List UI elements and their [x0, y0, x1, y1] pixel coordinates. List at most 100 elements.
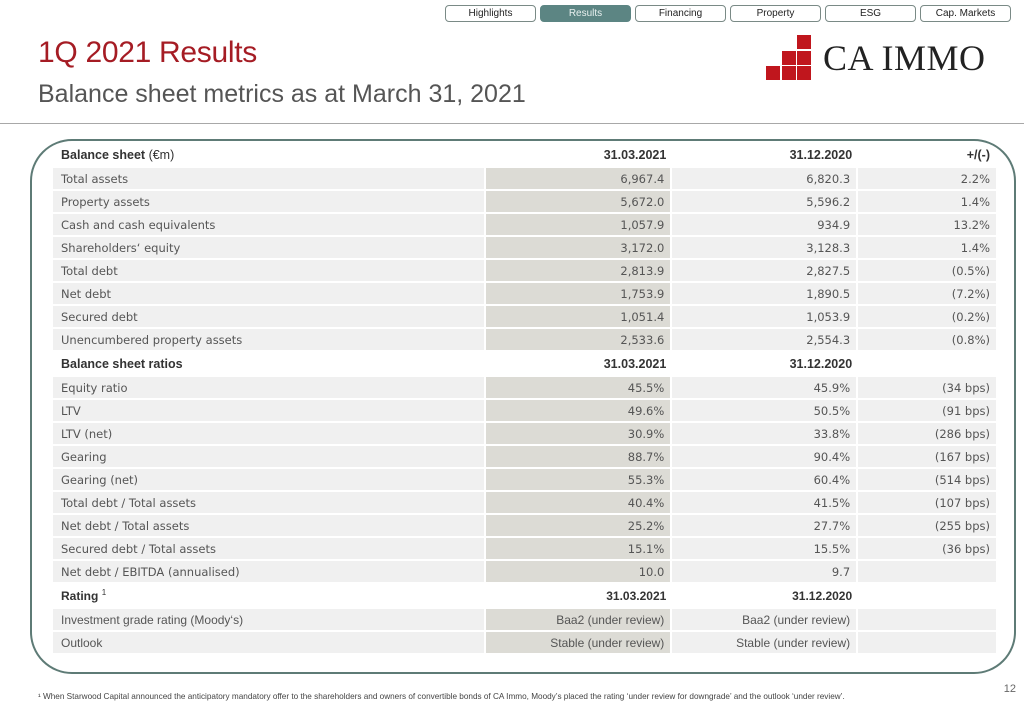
- value-prior: 1,890.5: [672, 283, 859, 304]
- value-prior: 60.4%: [672, 469, 859, 490]
- value-prior: 2,554.3: [672, 329, 859, 350]
- value-prior: 50.5%: [672, 400, 859, 421]
- tab-highlights[interactable]: Highlights: [445, 5, 536, 22]
- table-row: Gearing (net) 55.3% 60.4% (514 bps): [53, 469, 996, 490]
- table-row: Equity ratio 45.5% 45.9% (34 bps): [53, 377, 996, 398]
- footnote-marker: 1: [101, 588, 107, 597]
- value-prior: 9.7: [672, 561, 859, 582]
- value-current: 1,057.9: [486, 214, 673, 235]
- value-current: Baa2 (under review): [486, 609, 673, 630]
- column-header-prior: 31.12.2020: [792, 588, 853, 603]
- value-current: 40.4%: [486, 492, 673, 513]
- table-row: Secured debt 1,051.4 1,053.9 (0.2%): [53, 306, 996, 327]
- tab-cap-markets[interactable]: Cap. Markets: [920, 5, 1011, 22]
- table-row: Shareholders‘ equity 3,172.0 3,128.3 1.4%: [53, 237, 996, 258]
- tab-esg[interactable]: ESG: [825, 5, 916, 22]
- value-change: 2.2%: [858, 168, 996, 189]
- table-row: LTV 49.6% 50.5% (91 bps): [53, 400, 996, 421]
- value-change: (34 bps): [858, 377, 996, 398]
- value-change: (91 bps): [858, 400, 996, 421]
- top-navigation: Highlights Results Financing Property ES…: [445, 5, 1011, 22]
- row-label: Investment grade rating (Moody‘s): [53, 609, 487, 630]
- row-label: Secured debt: [53, 306, 487, 327]
- table-row: Net debt 1,753.9 1,890.5 (7.2%): [53, 283, 996, 304]
- footnote: ¹ When Starwood Capital announced the an…: [38, 692, 845, 701]
- value-change: (7.2%): [858, 283, 996, 304]
- value-prior: 41.5%: [672, 492, 859, 513]
- value-change: (286 bps): [858, 423, 996, 444]
- section-title: Rating: [61, 589, 99, 603]
- logo-text: CA IMMO: [823, 37, 986, 78]
- column-header-current: 31.03.2021: [603, 147, 667, 162]
- row-label: Outlook: [53, 632, 487, 653]
- page-number: 12: [1003, 683, 1016, 695]
- value-change: 13.2%: [858, 214, 996, 235]
- unit-label: (€m): [148, 147, 175, 162]
- value-change: (107 bps): [858, 492, 996, 513]
- value-prior: 45.9%: [672, 377, 859, 398]
- value-prior: Baa2 (under review): [672, 609, 859, 630]
- value-current: 1,051.4: [486, 306, 673, 327]
- section-title: Balance sheet ratios: [61, 356, 183, 371]
- value-current: 2,533.6: [486, 329, 673, 350]
- section-title: Balance sheet: [61, 147, 146, 162]
- column-header-prior: 31.12.2020: [789, 356, 853, 371]
- tab-financing[interactable]: Financing: [635, 5, 726, 22]
- row-label: Total debt: [53, 260, 487, 281]
- value-prior: 15.5%: [672, 538, 859, 559]
- row-label: Shareholders‘ equity: [53, 237, 487, 258]
- value-change: (255 bps): [858, 515, 996, 536]
- value-change: [858, 561, 996, 582]
- table-row: Net debt / EBITDA (annualised) 10.0 9.7: [53, 561, 996, 582]
- section-header-ratios: Balance sheet ratios 31.03.2021 31.12.2020: [53, 352, 996, 375]
- table-row: Cash and cash equivalents 1,057.9 934.9 13.…: [53, 214, 996, 235]
- value-prior: 27.7%: [672, 515, 859, 536]
- table-row: LTV (net) 30.9% 33.8% (286 bps): [53, 423, 996, 444]
- row-label: Cash and cash equivalents: [53, 214, 487, 235]
- tab-property[interactable]: Property: [730, 5, 821, 22]
- value-change: [858, 632, 996, 653]
- value-current: 15.1%: [486, 538, 673, 559]
- value-current: 5,672.0: [486, 191, 673, 212]
- value-change: [858, 609, 996, 630]
- table-row: Outlook Stable (under review) Stable (unde…: [53, 632, 996, 653]
- column-header-empty: [858, 352, 996, 375]
- value-current: 45.5%: [486, 377, 673, 398]
- value-current: 49.6%: [486, 400, 673, 421]
- value-current: 3,172.0: [486, 237, 673, 258]
- value-change: (167 bps): [858, 446, 996, 467]
- value-current: 1,753.9: [486, 283, 673, 304]
- table-row: Secured debt / Total assets 15.1% 15.5% (36…: [53, 538, 996, 559]
- ca-immo-logo: CA IMMO: [766, 35, 986, 80]
- value-change: 1.4%: [858, 237, 996, 258]
- table-row: Gearing 88.7% 90.4% (167 bps): [53, 446, 996, 467]
- row-label: Secured debt / Total assets: [53, 538, 487, 559]
- row-label: Total assets: [53, 168, 487, 189]
- logo-blocks-icon: [766, 35, 811, 80]
- value-current: 25.2%: [486, 515, 673, 536]
- column-header-prior: 31.12.2020: [789, 147, 853, 162]
- page-subtitle: Balance sheet metrics as at March 31, 20…: [38, 80, 526, 108]
- balance-sheet-table: Balance sheet (€m) 31.03.2021 31.12.2020…: [53, 141, 996, 655]
- row-label: Net debt / EBITDA (annualised): [53, 561, 487, 582]
- header-divider: [0, 123, 1024, 124]
- tab-results[interactable]: Results: [540, 5, 631, 22]
- value-current: 88.7%: [486, 446, 673, 467]
- table-row: Total debt / Total assets 40.4% 41.5% (107 …: [53, 492, 996, 513]
- section-header-rating: Rating 1 31.03.2021 31.12.2020: [53, 584, 996, 607]
- table-row: Property assets 5,672.0 5,596.2 1.4%: [53, 191, 996, 212]
- value-current: 55.3%: [486, 469, 673, 490]
- row-label: Gearing: [53, 446, 487, 467]
- value-current: 10.0: [486, 561, 673, 582]
- value-change: 1.4%: [858, 191, 996, 212]
- row-label: Net debt / Total assets: [53, 515, 487, 536]
- column-header-change: +/(-): [966, 147, 990, 162]
- value-prior: 33.8%: [672, 423, 859, 444]
- table-row: Total debt 2,813.9 2,827.5 (0.5%): [53, 260, 996, 281]
- value-current: Stable (under review): [486, 632, 673, 653]
- value-current: 30.9%: [486, 423, 673, 444]
- value-prior: 2,827.5: [672, 260, 859, 281]
- table-row: Unencumbered property assets 2,533.6 2,554…: [53, 329, 996, 350]
- value-prior: 1,053.9: [672, 306, 859, 327]
- row-label: Property assets: [53, 191, 487, 212]
